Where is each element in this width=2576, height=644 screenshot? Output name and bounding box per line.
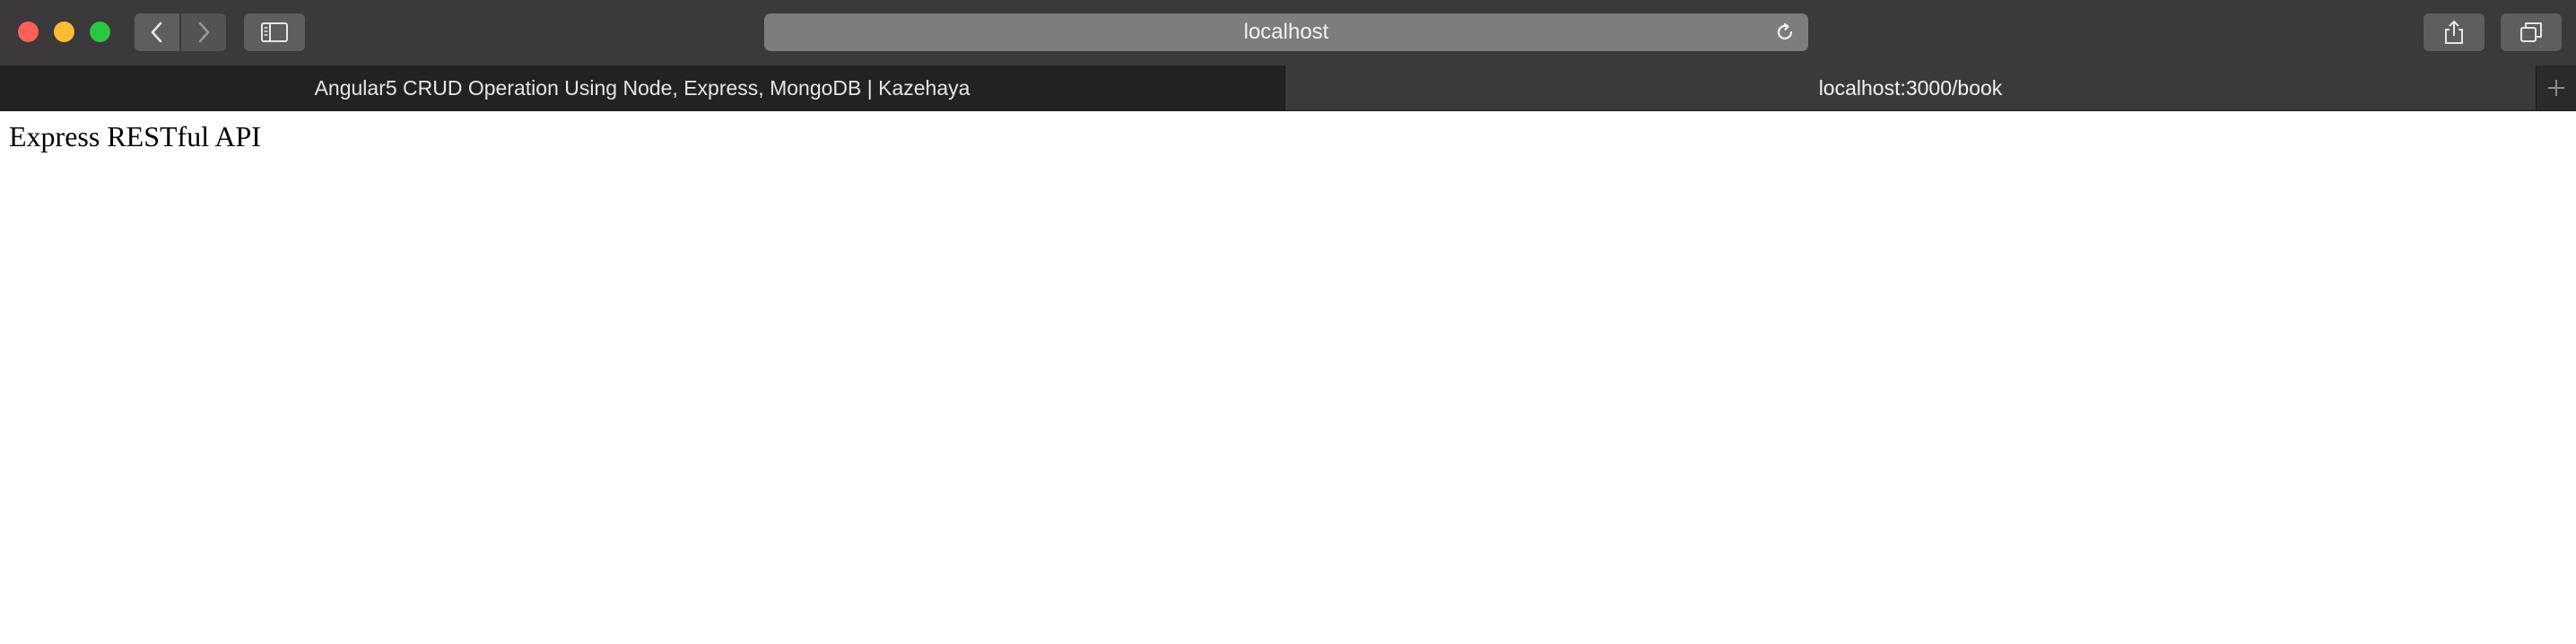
back-button[interactable] [135, 13, 179, 51]
reload-icon[interactable] [1774, 22, 1796, 43]
forward-button[interactable] [181, 13, 226, 51]
tab-overview-button[interactable] [2501, 13, 2562, 51]
sidebar-icon [261, 22, 288, 42]
tabs-overview-icon [2520, 22, 2542, 42]
tab-localhost-book[interactable]: localhost:3000/book [1285, 65, 2537, 110]
share-icon [2445, 21, 2463, 44]
share-button[interactable] [2424, 13, 2485, 51]
sidebar-toggle-button[interactable] [244, 13, 305, 51]
tab-bar: Angular5 CRUD Operation Using Node, Expr… [0, 65, 2576, 111]
plus-icon [2548, 80, 2564, 96]
chevron-left-icon [151, 22, 162, 43]
page-body-text: Express RESTful API [9, 120, 261, 152]
navigation-buttons [135, 13, 226, 51]
page-content: Express RESTful API [0, 111, 2576, 644]
close-window-button[interactable] [18, 22, 39, 42]
chevron-right-icon [198, 22, 210, 43]
address-bar[interactable]: localhost [764, 13, 1808, 51]
tab-angular5-crud[interactable]: Angular5 CRUD Operation Using Node, Expr… [0, 65, 1285, 110]
maximize-window-button[interactable] [90, 22, 110, 42]
browser-toolbar: localhost [0, 0, 2576, 66]
browser-window: localhost Angular5 CRUD Operation Using … [0, 0, 2576, 644]
new-tab-button[interactable] [2537, 65, 2576, 110]
minimize-window-button[interactable] [54, 22, 74, 42]
address-text[interactable]: localhost [764, 13, 1808, 51]
